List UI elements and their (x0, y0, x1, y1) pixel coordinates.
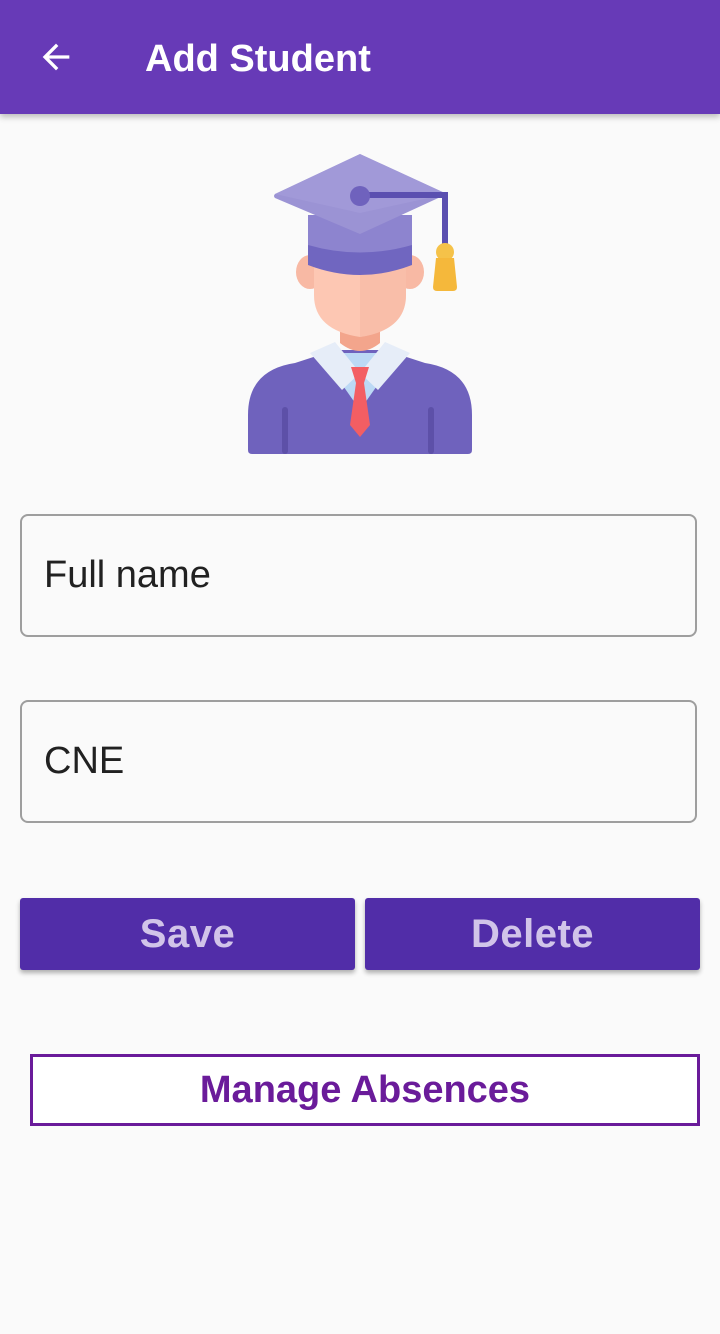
full-name-field[interactable] (20, 514, 697, 637)
delete-button[interactable]: Delete (365, 898, 700, 970)
manage-absences-label: Manage Absences (199, 1068, 531, 1111)
save-button[interactable]: Save (20, 898, 355, 970)
cne-input[interactable] (44, 702, 664, 821)
app-bar: Add Student (0, 0, 720, 114)
arrow-left-icon (36, 37, 76, 82)
page-title: Add Student (145, 38, 371, 80)
back-button[interactable] (22, 25, 90, 93)
delete-button-label: Delete (470, 911, 595, 956)
full-name-input[interactable] (44, 516, 664, 635)
manage-absences-button[interactable]: Manage Absences (30, 1054, 700, 1126)
cne-field[interactable] (20, 700, 697, 823)
graduate-student-icon (240, 145, 480, 465)
save-button-label: Save (139, 911, 236, 956)
